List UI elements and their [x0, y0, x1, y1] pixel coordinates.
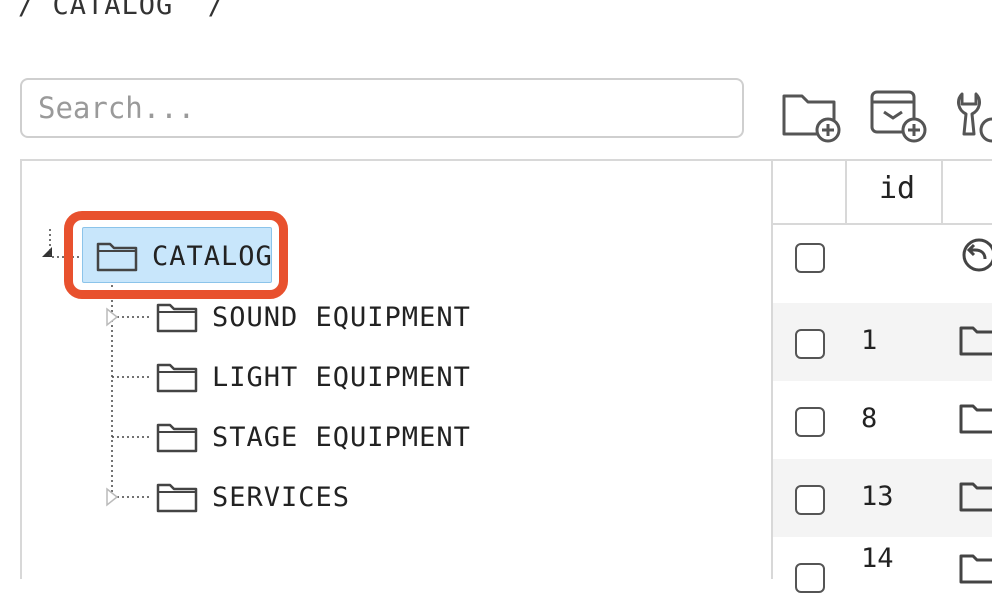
column-divider — [941, 161, 943, 225]
folder-icon — [959, 554, 992, 584]
row-id: 8 — [861, 403, 878, 434]
folder-icon — [156, 483, 198, 513]
row-checkbox[interactable] — [795, 485, 825, 515]
folder-icon — [156, 363, 198, 393]
search-input[interactable] — [22, 80, 742, 136]
tree-node-label: SERVICES — [212, 481, 351, 513]
row-id: 1 — [861, 325, 878, 356]
folder-icon — [96, 242, 138, 272]
folder-add-icon[interactable] — [780, 84, 844, 148]
breadcrumb: / CATALOG / — [18, 0, 226, 21]
tree-node-light-equipment[interactable]: LIGHT EQUIPMENT — [156, 352, 471, 402]
row-checkbox[interactable] — [795, 407, 825, 437]
row-id: 14 — [861, 543, 894, 574]
table-row[interactable] — [773, 225, 992, 303]
row-id: 13 — [861, 481, 894, 512]
folder-icon — [959, 326, 992, 356]
items-grid: id 1 8 13 14 — [771, 159, 992, 593]
row-checkbox[interactable] — [795, 329, 825, 359]
save-add-icon[interactable] — [866, 84, 930, 148]
folder-icon — [156, 303, 198, 333]
tree-node-label: CATALOG — [152, 240, 273, 272]
column-divider — [845, 161, 847, 225]
table-row[interactable]: 14 — [773, 537, 992, 615]
search-box[interactable] — [20, 78, 744, 138]
tree-node-services[interactable]: SERVICES — [156, 472, 350, 522]
tree-node-stage-equipment[interactable]: STAGE EQUIPMENT — [156, 412, 471, 462]
folder-icon — [156, 423, 198, 453]
table-row[interactable]: 1 — [773, 303, 992, 381]
folder-icon — [959, 404, 992, 434]
settings-wrench-icon[interactable] — [952, 84, 992, 148]
table-row[interactable]: 8 — [773, 381, 992, 459]
folder-icon — [959, 482, 992, 512]
tree-panel: CATALOG SOUND EQUIPMENT LIGHT EQUIPMENT … — [20, 159, 772, 579]
row-checkbox[interactable] — [795, 243, 825, 273]
column-header-id[interactable]: id — [879, 171, 915, 206]
tree-node-label: SOUND EQUIPMENT — [212, 301, 471, 333]
back-arrow-icon[interactable] — [959, 237, 992, 273]
tree-node-catalog[interactable]: CATALOG — [96, 231, 273, 281]
table-row[interactable]: 13 — [773, 459, 992, 537]
tree-node-sound-equipment[interactable]: SOUND EQUIPMENT — [156, 292, 471, 342]
row-checkbox[interactable] — [795, 563, 825, 593]
tree-node-label: LIGHT EQUIPMENT — [212, 361, 471, 393]
tree-node-label: STAGE EQUIPMENT — [212, 421, 471, 453]
